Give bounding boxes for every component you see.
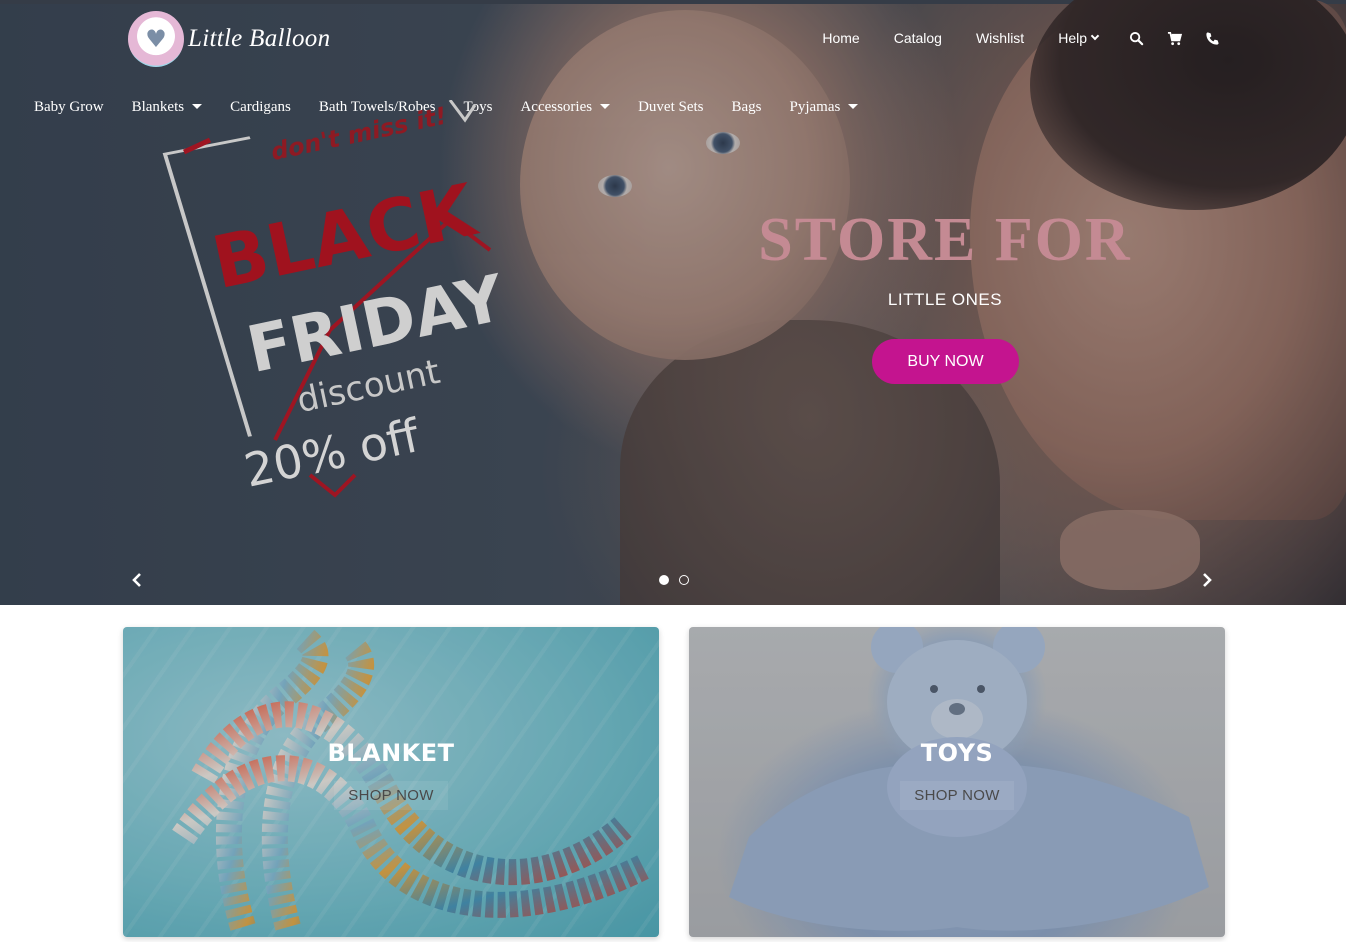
shop-now-label: SHOP NOW <box>334 781 448 810</box>
phone-icon[interactable] <box>1204 30 1220 46</box>
card-title-blanket: BLANKET <box>327 739 455 767</box>
black-friday-graphic: don't miss it! BLACK FRIDAY discount 20%… <box>162 100 511 498</box>
promo-percent: 20% off <box>240 408 425 498</box>
hero-carousel: ♥ Little Balloon Home Catalog Wishlist H… <box>0 0 1346 605</box>
cart-icon[interactable] <box>1166 30 1182 46</box>
nav-wishlist[interactable]: Wishlist <box>976 30 1024 46</box>
nav-catalog[interactable]: Catalog <box>894 30 942 46</box>
promo-tagline: don't miss it! <box>268 102 449 167</box>
buy-now-button[interactable]: BUY NOW <box>872 339 1019 384</box>
category-bags[interactable]: Bags <box>732 99 762 116</box>
shop-now-toys-button[interactable]: SHOP NOW <box>689 781 1225 810</box>
search-icon[interactable] <box>1128 30 1144 46</box>
hero-title: STORE FOR <box>758 206 1132 274</box>
top-nav: Home Catalog Wishlist Help <box>822 30 1220 46</box>
carousel-next-icon[interactable] <box>1198 571 1216 589</box>
brand-logo[interactable]: ♥ Little Balloon <box>128 8 330 70</box>
category-card-blanket[interactable]: BLANKET SHOP NOW <box>123 627 659 937</box>
card-title-toys: TOYS <box>920 739 994 767</box>
category-pyjamas[interactable]: Pyjamas <box>790 99 859 116</box>
brand-name: Little Balloon <box>188 25 331 52</box>
nav-help[interactable]: Help <box>1058 30 1100 46</box>
caret-down-icon <box>848 104 859 109</box>
hero-subtitle: LITTLE ONES <box>887 290 1003 309</box>
chevron-down-icon <box>1090 31 1100 41</box>
logo-badge-icon: ♥ <box>128 11 184 67</box>
category-label: Baby Grow <box>34 99 104 115</box>
carousel-prev-icon[interactable] <box>128 571 146 589</box>
category-baby-grow[interactable]: Baby Grow <box>34 99 104 116</box>
shop-now-blanket-button[interactable]: SHOP NOW <box>123 781 659 810</box>
category-label: Duvet Sets <box>638 99 704 115</box>
category-label: Pyjamas <box>789 99 841 115</box>
caret-down-icon <box>600 104 611 109</box>
category-card-toys[interactable]: TOYS SHOP NOW <box>689 627 1225 937</box>
shop-now-label: SHOP NOW <box>900 781 1014 810</box>
category-label: Bags <box>731 99 762 115</box>
nav-help-label: Help <box>1058 30 1087 46</box>
category-duvet-sets[interactable]: Duvet Sets <box>638 99 703 116</box>
carousel-indicator-1[interactable] <box>659 575 669 585</box>
carousel-indicator-2[interactable] <box>679 575 689 585</box>
nav-home[interactable]: Home <box>822 30 859 46</box>
